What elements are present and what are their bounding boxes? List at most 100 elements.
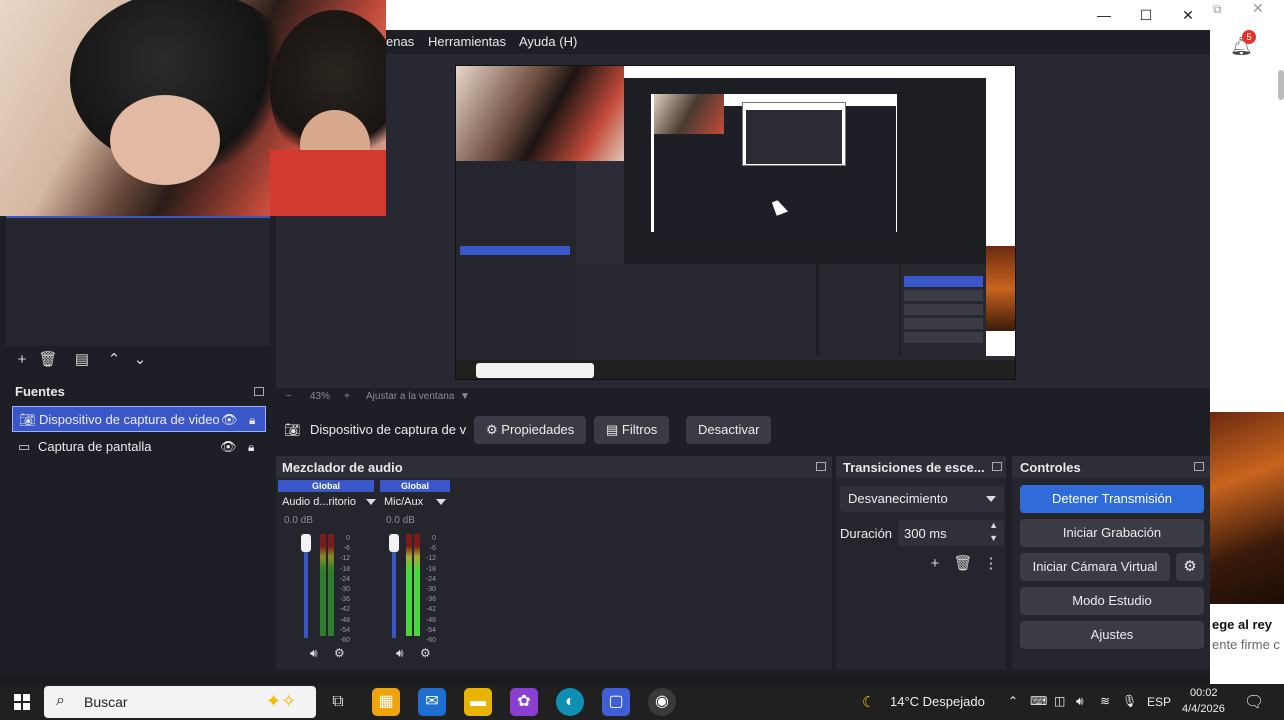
move-up-icon[interactable]: ⌃ [104, 350, 124, 370]
windows-start-icon[interactable] [14, 694, 30, 710]
zoom-out-icon[interactable]: − [286, 391, 292, 402]
video-title-fragment[interactable]: ege al rey [1212, 617, 1272, 632]
volume-slider-handle[interactable] [389, 534, 399, 552]
app-icon[interactable]: ▢ [602, 688, 630, 716]
input-icon[interactable]: ⌨ [1030, 694, 1047, 708]
nested-webcam-2 [654, 94, 724, 134]
outlook-icon[interactable]: ✉ [418, 688, 446, 716]
studio-mode-button[interactable]: Modo Estudio [1020, 587, 1204, 615]
mixer-title: Mezclador de audio [282, 460, 403, 475]
settings-button[interactable]: Ajustes [1020, 621, 1204, 649]
microphone-icon[interactable]: 🎙︎ [1122, 694, 1137, 708]
nested-search [476, 363, 594, 378]
channel-tag: Global [380, 480, 450, 492]
deactivate-button[interactable]: Desactivar [686, 416, 772, 444]
undock-icon[interactable] [1194, 462, 1204, 471]
start-recording-button[interactable]: Iniciar Grabación [1020, 519, 1204, 547]
transition-select[interactable]: Desvanecimiento [840, 486, 1004, 512]
close-button[interactable]: ✕ [1166, 0, 1210, 30]
menu-item-tools[interactable]: Herramientas [428, 34, 506, 49]
close-icon[interactable]: ✕ [1252, 0, 1264, 17]
menu-item-help[interactable]: Ayuda (H) [519, 34, 577, 49]
move-down-icon[interactable]: ⌄ [130, 350, 150, 370]
lock-icon[interactable]: 🔒︎ [249, 407, 255, 433]
stepper-down-icon[interactable]: ▼ [989, 533, 998, 543]
source-item-video-capture[interactable]: 📷︎ Dispositivo de captura de video 👁︎ 🔒︎ [12, 406, 266, 432]
duration-input[interactable]: 300 ms ▲ ▼ [898, 520, 1004, 546]
duration-value: 300 ms [904, 526, 947, 541]
undock-icon[interactable] [992, 462, 1002, 471]
add-icon[interactable]: + [925, 554, 945, 574]
eye-icon[interactable]: 👁︎ [221, 407, 238, 433]
nested-preview-2-dark [746, 110, 842, 164]
language-indicator[interactable]: ESP [1147, 695, 1171, 709]
volume-slider-handle[interactable] [301, 534, 311, 552]
menu-item-scenes[interactable]: enas [386, 34, 414, 49]
speaker-icon[interactable]: 🔊︎ [1076, 694, 1084, 709]
settings-icon[interactable]: ⚙ [334, 646, 345, 660]
webcam-overlay [0, 0, 386, 216]
zoom-in-icon[interactable]: + [344, 391, 350, 402]
stop-streaming-button[interactable]: Detener Transmisión [1020, 485, 1204, 513]
trash-icon[interactable]: 🗑︎ [953, 554, 973, 574]
speaker-icon[interactable]: 🔊︎ [310, 646, 318, 661]
chevron-up-icon[interactable]: ⌃ [1008, 694, 1018, 708]
notifications-icon[interactable]: 🗨︎ [1244, 692, 1264, 712]
weather-text[interactable]: 14°C Despejado [890, 694, 985, 709]
chevron-down-icon[interactable] [366, 499, 376, 505]
wifi-icon[interactable]: ≋ [1100, 694, 1110, 708]
maximize-button[interactable]: ☐ [1124, 0, 1168, 30]
mixer-channel-desktop: Global Audio d...ritorio 0.0 dB 0 -6 -12 -1… [278, 478, 376, 668]
more-icon[interactable]: ⋮ [981, 554, 1001, 574]
minimize-button[interactable]: — [1082, 0, 1126, 30]
scrollbar[interactable] [1278, 70, 1284, 100]
copilot-icon[interactable]: ✿ [510, 688, 538, 716]
source-label: Captura de pantalla [38, 439, 152, 454]
nested-transitions [819, 264, 899, 359]
virtual-camera-settings-button[interactable]: ⚙ [1176, 553, 1204, 581]
store-icon[interactable]: ▦ [372, 688, 400, 716]
camera-icon[interactable]: ◫ [1054, 694, 1065, 708]
folder-icon[interactable]: ▬ [464, 688, 492, 716]
transitions-title: Transiciones de esce... [843, 460, 985, 475]
settings-icon[interactable]: ⚙ [420, 646, 431, 660]
nested-controls [901, 264, 986, 359]
undock-icon[interactable] [816, 462, 826, 471]
scenes-list[interactable] [6, 216, 270, 346]
edge-icon[interactable]: ◐ [556, 688, 584, 716]
lock-icon[interactable]: 🔒︎ [248, 434, 254, 460]
nested-selected-source [460, 246, 570, 255]
filter-icon[interactable]: ▤ [72, 350, 92, 370]
trash-icon[interactable]: 🗑︎ [38, 350, 58, 370]
clock-time[interactable]: 00:02 [1190, 687, 1218, 699]
undock-icon[interactable] [254, 387, 264, 396]
eye-icon[interactable]: 👁︎ [220, 434, 237, 460]
filters-label: Filtros [621, 422, 658, 437]
status-bar [0, 674, 1210, 684]
obs-icon[interactable]: ◉ [648, 688, 676, 716]
transition-selected: Desvanecimiento [848, 491, 948, 506]
clock-date[interactable]: 4/4/2026 [1182, 703, 1225, 715]
task-view-icon[interactable]: ⧉ [324, 688, 352, 716]
start-virtual-camera-button[interactable]: Iniciar Cámara Virtual [1020, 553, 1170, 581]
chevron-down-icon[interactable] [436, 499, 446, 505]
monitor-icon: ▭ [18, 439, 31, 454]
fit-window-label[interactable]: Ajustar a la ventana [366, 391, 454, 402]
preview-canvas[interactable] [455, 65, 1016, 380]
add-icon[interactable]: + [12, 350, 32, 370]
controls-title: Controles [1020, 460, 1081, 475]
duration-label: Duración [840, 526, 893, 541]
properties-button[interactable]: ⚙ Propiedades [474, 416, 587, 444]
speaker-icon[interactable]: 🔊︎ [396, 646, 404, 661]
filters-button[interactable]: ▤ Filtros [594, 416, 670, 444]
gear-icon: ⚙ [1183, 558, 1197, 575]
mixer-header: Mezclador de audio [276, 456, 832, 478]
source-item-screen-capture[interactable]: ▭ Captura de pantalla 👁︎ 🔒︎ [12, 434, 266, 460]
restore-icon[interactable]: ⧉ [1213, 2, 1222, 17]
taskbar-search[interactable]: ⌕ Buscar ✦✧ [44, 686, 316, 718]
stepper-up-icon[interactable]: ▲ [989, 520, 998, 530]
background-browser-page: ⧉ ✕ 🔔︎ 5 ege al rey ente firme c [1210, 0, 1284, 684]
video-thumbnail[interactable] [1210, 412, 1284, 604]
meter-scale: 0 -6 -12 -18 -24 -30 -36 -42 -48 -54 -60 [339, 535, 350, 645]
chevron-down-icon[interactable]: ▼ [460, 391, 470, 402]
